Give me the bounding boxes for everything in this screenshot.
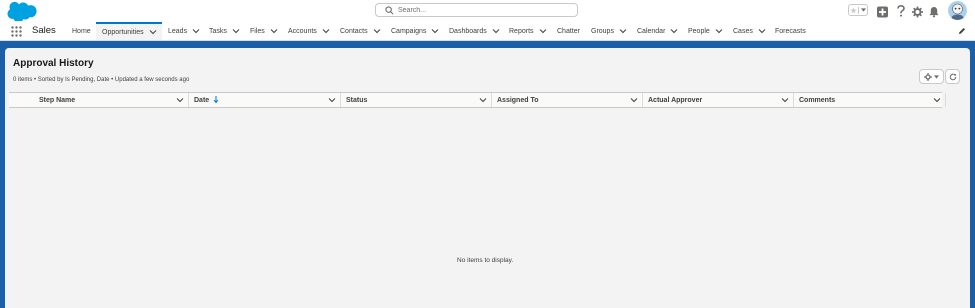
chevron-down-icon[interactable] bbox=[192, 27, 200, 35]
tab-label: Dashboards bbox=[449, 27, 487, 35]
tab-forecasts[interactable]: Forecasts bbox=[775, 22, 806, 40]
chevron-down-icon[interactable] bbox=[373, 27, 381, 35]
tab-leads[interactable]: Leads bbox=[168, 22, 200, 40]
chevron-down-icon[interactable] bbox=[270, 27, 278, 35]
table-header: Step Name Date Status Assigned To Actual… bbox=[9, 92, 946, 108]
page-title: Approval History bbox=[13, 58, 94, 69]
tab-label: Opportunities bbox=[102, 28, 144, 36]
search-input[interactable] bbox=[398, 6, 568, 14]
chevron-down-icon[interactable] bbox=[670, 27, 678, 35]
chevron-down-icon[interactable] bbox=[715, 27, 723, 35]
tab-label: Chatter bbox=[557, 27, 580, 35]
add-icon[interactable] bbox=[877, 5, 888, 19]
tab-calendar[interactable]: Calendar bbox=[637, 22, 678, 40]
help-icon[interactable] bbox=[896, 4, 906, 18]
chevron-down-icon[interactable] bbox=[619, 27, 627, 35]
pencil-icon[interactable] bbox=[958, 27, 966, 35]
tab-label: Calendar bbox=[637, 27, 666, 35]
salesforce-logo[interactable] bbox=[6, 1, 38, 21]
favorites-chevron-down-icon[interactable] bbox=[859, 8, 867, 12]
list-settings-button[interactable] bbox=[919, 69, 944, 84]
tab-label: Leads bbox=[168, 27, 188, 35]
column-header-date[interactable]: Date bbox=[189, 93, 341, 107]
related-list-card: Approval History 0 items • Sorted by Is … bbox=[5, 48, 970, 308]
app-name: Sales bbox=[32, 25, 56, 36]
column-label: Date bbox=[194, 96, 210, 104]
chevron-down-icon[interactable] bbox=[232, 27, 240, 35]
tab-tasks[interactable]: Tasks bbox=[209, 22, 240, 40]
chevron-down-icon[interactable] bbox=[479, 96, 487, 104]
tab-label: Campaigns bbox=[391, 27, 427, 35]
chevron-down-icon[interactable] bbox=[758, 27, 766, 35]
column-label: Comments bbox=[799, 96, 836, 104]
star-icon[interactable] bbox=[849, 6, 860, 14]
tab-label: Accounts bbox=[288, 27, 317, 35]
tab-files[interactable]: Files bbox=[250, 22, 278, 40]
chevron-down-icon[interactable] bbox=[781, 96, 789, 104]
tab-campaigns[interactable]: Campaigns bbox=[391, 22, 439, 40]
column-label: Assigned To bbox=[497, 96, 539, 104]
column-label: Status bbox=[346, 96, 368, 104]
tab-accounts[interactable]: Accounts bbox=[288, 22, 330, 40]
column-label: Step Name bbox=[39, 96, 76, 104]
tab-groups[interactable]: Groups bbox=[591, 22, 627, 40]
tab-cases[interactable]: Cases bbox=[733, 22, 766, 40]
chevron-down-icon[interactable] bbox=[431, 27, 439, 35]
empty-state-message: No items to display. bbox=[457, 257, 514, 264]
bell-icon[interactable] bbox=[929, 5, 939, 19]
app-launcher-icon[interactable] bbox=[11, 26, 22, 37]
chevron-down-icon[interactable] bbox=[328, 96, 336, 104]
column-header-actual-approver[interactable]: Actual Approver bbox=[643, 93, 794, 107]
chevron-down-icon bbox=[934, 74, 939, 79]
tab-home[interactable]: Home bbox=[72, 22, 91, 40]
chevron-down-icon[interactable] bbox=[492, 27, 500, 35]
tab-label: Tasks bbox=[209, 27, 227, 35]
column-label: Actual Approver bbox=[648, 96, 703, 104]
tab-label: Cases bbox=[733, 27, 753, 35]
list-meta: 0 items • Sorted by Is Pending, Date • U… bbox=[13, 77, 190, 83]
column-header-comments[interactable]: Comments bbox=[794, 93, 946, 107]
tab-label: Reports bbox=[509, 27, 534, 35]
chevron-down-icon[interactable] bbox=[630, 96, 638, 104]
refresh-button[interactable] bbox=[945, 69, 960, 84]
favorites-group[interactable] bbox=[848, 4, 868, 16]
column-header-status[interactable]: Status bbox=[341, 93, 492, 107]
refresh-icon bbox=[949, 73, 956, 80]
tab-contacts[interactable]: Contacts bbox=[340, 22, 381, 40]
tab-opportunities[interactable]: Opportunities bbox=[96, 22, 162, 40]
tab-dashboards[interactable]: Dashboards bbox=[449, 22, 500, 40]
chevron-down-icon[interactable] bbox=[322, 27, 330, 35]
global-search[interactable] bbox=[375, 3, 578, 17]
column-header-step-name[interactable]: Step Name bbox=[9, 93, 189, 107]
chevron-down-icon[interactable] bbox=[539, 27, 547, 35]
tab-label: Home bbox=[72, 27, 91, 35]
tab-label: People bbox=[688, 27, 710, 35]
tab-reports[interactable]: Reports bbox=[509, 22, 547, 40]
chevron-down-icon[interactable] bbox=[149, 28, 157, 36]
chevron-down-icon[interactable] bbox=[933, 96, 941, 104]
tab-label: Forecasts bbox=[775, 27, 806, 35]
tab-label: Groups bbox=[591, 27, 614, 35]
global-header bbox=[0, 0, 975, 22]
search-icon bbox=[385, 5, 394, 14]
setup-gear-icon[interactable] bbox=[912, 5, 923, 19]
column-header-assigned-to[interactable]: Assigned To bbox=[492, 93, 643, 107]
tab-label: Contacts bbox=[340, 27, 368, 35]
sort-down-arrow-icon bbox=[213, 96, 219, 104]
chevron-down-icon[interactable] bbox=[176, 96, 184, 104]
tab-chatter[interactable]: Chatter bbox=[557, 22, 580, 40]
tab-label: Files bbox=[250, 27, 265, 35]
gear-icon bbox=[924, 72, 932, 81]
nav-bar: Sales Home Opportunities Leads Tasks Fil… bbox=[0, 22, 975, 41]
tab-people[interactable]: People bbox=[688, 22, 723, 40]
avatar[interactable] bbox=[948, 1, 967, 20]
